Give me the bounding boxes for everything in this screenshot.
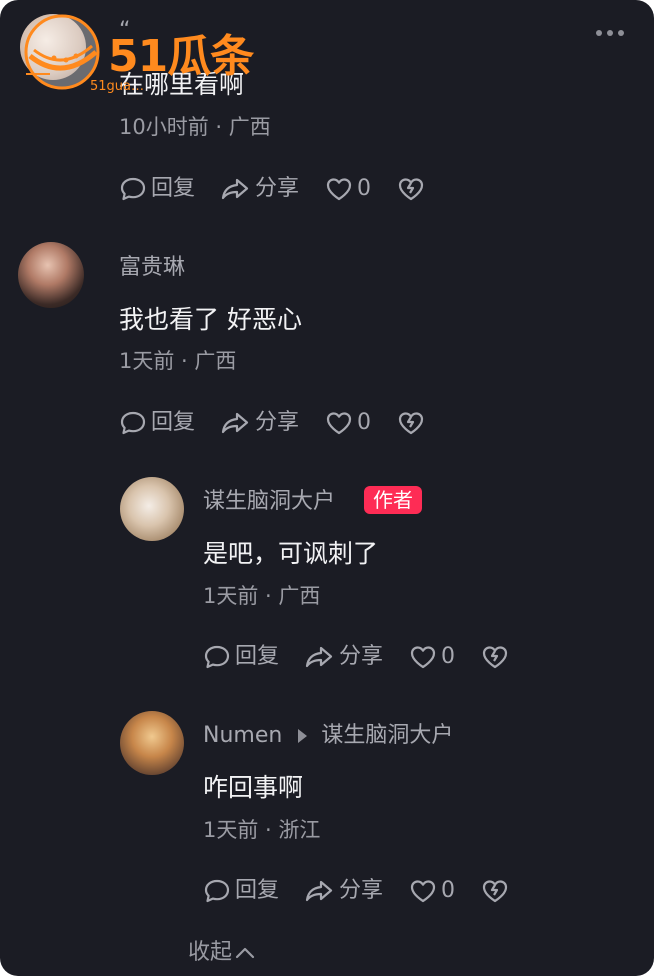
reply-label: 回复 <box>151 176 196 201</box>
like-button[interactable]: 0 <box>409 644 455 670</box>
commenter-name[interactable]: 富贵琳 <box>119 255 185 281</box>
dislike-button[interactable] <box>397 410 425 436</box>
chevron-up-icon <box>235 947 255 959</box>
watermark-logo: 51瓜条 51gua… <box>20 12 260 94</box>
watermark-text: 51瓜条 <box>108 31 254 82</box>
avatar[interactable] <box>18 242 84 308</box>
heart-icon <box>410 880 436 903</box>
dislike-button[interactable] <box>481 878 509 904</box>
share-button[interactable]: 分享 <box>219 410 299 436</box>
reply-label: 回复 <box>235 878 280 903</box>
dislike-button[interactable] <box>481 644 509 670</box>
broken-heart-icon <box>398 178 424 201</box>
comment-bubble-icon <box>120 411 146 435</box>
comment-bubble-icon <box>204 645 230 669</box>
watermark-url: 51gua… <box>90 79 144 94</box>
comment-panel: “ 在哪里看啊 10小时前 · 广西 回复 分享 0 富贵琳 我也看了 好恶心 … <box>0 0 654 976</box>
heart-icon <box>326 412 352 435</box>
share-button[interactable]: 分享 <box>303 644 383 670</box>
collapse-label: 收起 <box>188 940 233 965</box>
reply-actions: 回复 分享 0 <box>203 644 509 670</box>
share-button[interactable]: 分享 <box>219 176 299 202</box>
like-button[interactable]: 0 <box>325 410 371 436</box>
reply-meta: 1天前 · 广西 <box>203 584 321 608</box>
share-button[interactable]: 分享 <box>303 878 383 904</box>
reply-label: 回复 <box>151 410 196 435</box>
comment-actions: 回复 分享 0 <box>119 176 425 202</box>
reply-to-arrow-icon <box>298 729 308 743</box>
heart-icon <box>326 178 352 201</box>
reply-label: 回复 <box>235 644 280 669</box>
comment-bubble-icon <box>120 177 146 201</box>
more-options-icon[interactable] <box>596 30 624 36</box>
comment-bubble-icon <box>204 879 230 903</box>
share-label: 分享 <box>255 176 300 201</box>
dislike-button[interactable] <box>397 176 425 202</box>
like-count: 0 <box>441 878 456 903</box>
reply-button[interactable]: 回复 <box>203 878 279 904</box>
like-count: 0 <box>441 644 456 669</box>
like-count: 0 <box>357 176 372 201</box>
comment-meta: 1天前 · 广西 <box>119 349 237 373</box>
comment-text: 我也看了 好恶心 <box>119 305 302 334</box>
share-label: 分享 <box>255 410 300 435</box>
reply-button[interactable]: 回复 <box>119 410 195 436</box>
reply-meta: 1天前 · 浙江 <box>203 818 321 842</box>
reply-button[interactable]: 回复 <box>203 644 279 670</box>
comment-actions: 回复 分享 0 <box>119 410 425 436</box>
collapse-replies-button[interactable]: 收起 <box>188 940 256 966</box>
reply-text: 咋回事啊 <box>203 773 304 802</box>
share-label: 分享 <box>339 878 384 903</box>
reply-header: Numen 谋生脑洞大户 <box>203 723 453 749</box>
broken-heart-icon <box>482 646 508 669</box>
reply-actions: 回复 分享 0 <box>203 878 509 904</box>
reply-text: 是吧，可讽刺了 <box>203 539 379 568</box>
avatar[interactable] <box>120 711 184 775</box>
share-arrow-icon <box>305 880 333 902</box>
reply-to-name[interactable]: 谋生脑洞大户 <box>321 723 453 748</box>
like-count: 0 <box>357 410 372 435</box>
heart-icon <box>410 646 436 669</box>
share-label: 分享 <box>339 644 384 669</box>
like-button[interactable]: 0 <box>325 176 371 202</box>
share-arrow-icon <box>305 646 333 668</box>
broken-heart-icon <box>398 412 424 435</box>
share-arrow-icon <box>221 178 249 200</box>
like-button[interactable]: 0 <box>409 878 455 904</box>
reply-button[interactable]: 回复 <box>119 176 195 202</box>
broken-heart-icon <box>482 880 508 903</box>
replier-name[interactable]: 谋生脑洞大户 <box>203 489 335 515</box>
share-arrow-icon <box>221 412 249 434</box>
author-badge: 作者 <box>364 486 422 514</box>
avatar[interactable] <box>120 477 184 541</box>
replier-name[interactable]: Numen <box>203 723 282 748</box>
comment-meta: 10小时前 · 广西 <box>119 115 271 139</box>
